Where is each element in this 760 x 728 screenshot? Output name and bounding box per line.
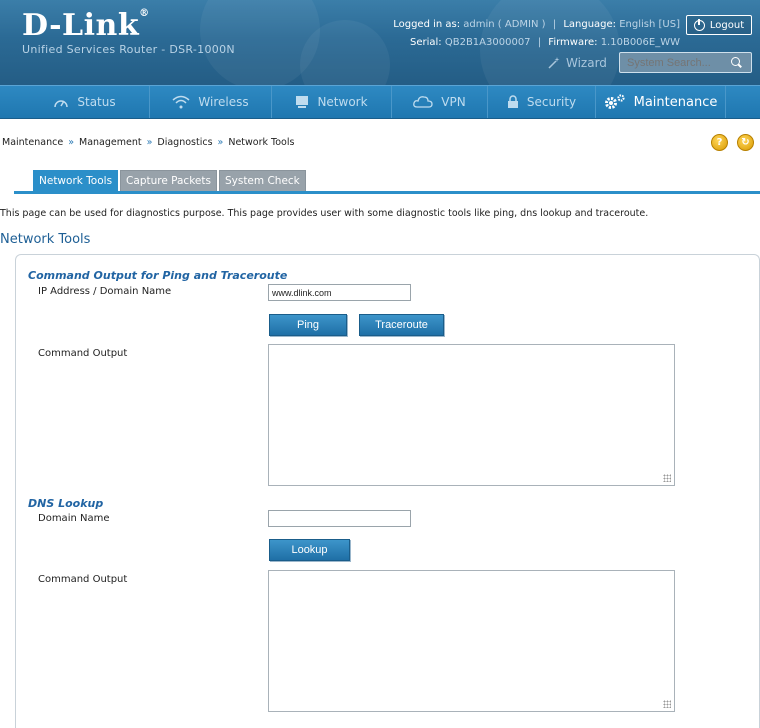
network-tools-panel: Command Output for Ping and Traceroute I… <box>15 254 760 728</box>
tab-bar: Network Tools Capture Packets System Che… <box>33 170 306 191</box>
logout-button[interactable]: Logout <box>686 15 752 35</box>
nav-security[interactable]: Security <box>488 86 596 118</box>
nav-network-label: Network <box>317 95 368 109</box>
breadcrumb-diagnostics[interactable]: Diagnostics <box>157 137 212 148</box>
domain-name-label: Domain Name <box>38 513 110 524</box>
wizard-label: Wizard <box>566 56 607 70</box>
lock-icon <box>507 95 518 108</box>
login-info: Logged in as: admin ( ADMIN ) | Language… <box>393 19 680 48</box>
breadcrumb-separator: » <box>68 137 74 148</box>
dns-output-label: Command Output <box>38 574 128 585</box>
logout-label: Logout <box>709 19 745 31</box>
serial-value: QB2B1A3000007 <box>444 37 531 48</box>
breadcrumb-maintenance[interactable]: Maintenance <box>2 137 63 148</box>
domain-name-input[interactable] <box>268 510 411 527</box>
speedometer-icon <box>54 100 69 108</box>
language-value[interactable]: English [US] <box>619 19 680 30</box>
firmware-value: 1.10B006E_WW <box>600 37 680 48</box>
ip-address-input[interactable] <box>268 284 411 301</box>
logged-in-user: admin ( ADMIN ) <box>463 19 546 30</box>
lookup-button[interactable]: Lookup <box>269 539 350 561</box>
tab-capture-packets[interactable]: Capture Packets <box>120 170 217 191</box>
breadcrumb-separator: » <box>146 137 153 148</box>
help-icon[interactable]: ? <box>711 134 728 151</box>
nav-status[interactable]: Status <box>0 86 150 118</box>
tab-system-check[interactable]: System Check <box>218 170 306 191</box>
nav-security-label: Security <box>526 95 577 109</box>
logged-in-label: Logged in as: <box>393 19 461 30</box>
resize-grip-icon[interactable] <box>663 474 671 482</box>
dns-group-title: DNS Lookup <box>28 497 104 510</box>
breadcrumb-separator: » <box>217 137 224 148</box>
wizard-link[interactable]: Wizard <box>547 56 607 70</box>
main-nav: Status Wireless Network VPN Security Mai… <box>0 85 760 119</box>
breadcrumb-network-tools: Network Tools <box>228 137 295 148</box>
search-icon[interactable] <box>731 57 740 66</box>
nav-vpn-label: VPN <box>441 95 466 109</box>
header-banner: D-Link® Unified Services Router - DSR-10… <box>0 0 760 85</box>
ping-output-label: Command Output <box>38 348 128 359</box>
resize-grip-icon[interactable] <box>663 700 671 708</box>
traceroute-button[interactable]: Traceroute <box>359 314 444 336</box>
wifi-icon <box>172 95 190 109</box>
breadcrumb-management[interactable]: Management <box>79 137 142 148</box>
ping-group-title: Command Output for Ping and Traceroute <box>28 269 288 282</box>
firmware-label: Firmware: <box>548 37 598 48</box>
dns-command-output[interactable] <box>268 570 675 712</box>
nav-status-label: Status <box>77 95 116 109</box>
ip-address-label: IP Address / Domain Name <box>38 286 172 297</box>
magic-wand-icon <box>548 57 560 69</box>
nav-maintenance-label: Maintenance <box>633 94 718 110</box>
dlink-logo: D-Link® <box>22 8 150 43</box>
nav-wireless-label: Wireless <box>198 95 249 109</box>
cloud-icon <box>413 96 433 108</box>
tab-network-tools[interactable]: Network Tools <box>33 170 119 191</box>
nav-wireless[interactable]: Wireless <box>150 86 272 118</box>
language-label: Language: <box>563 19 617 30</box>
ping-command-output[interactable] <box>268 344 675 486</box>
product-subtitle: Unified Services Router - DSR-1000N <box>22 43 235 56</box>
nav-maintenance[interactable]: Maintenance <box>596 86 726 118</box>
page-title: Network Tools <box>0 232 91 247</box>
power-icon <box>693 18 705 31</box>
nav-network[interactable]: Network <box>272 86 392 118</box>
monitor-icon <box>296 96 309 108</box>
refresh-icon[interactable]: ↻ <box>737 134 754 151</box>
breadcrumb: Maintenance » Management » Diagnostics » Netwo… <box>2 137 294 148</box>
ping-button[interactable]: Ping <box>269 314 347 336</box>
tab-underline <box>14 191 760 194</box>
page-description: This page can be used for diagnostics pu… <box>0 208 649 219</box>
serial-label: Serial: <box>409 37 442 48</box>
gears-icon <box>604 94 625 109</box>
nav-vpn[interactable]: VPN <box>392 86 488 118</box>
